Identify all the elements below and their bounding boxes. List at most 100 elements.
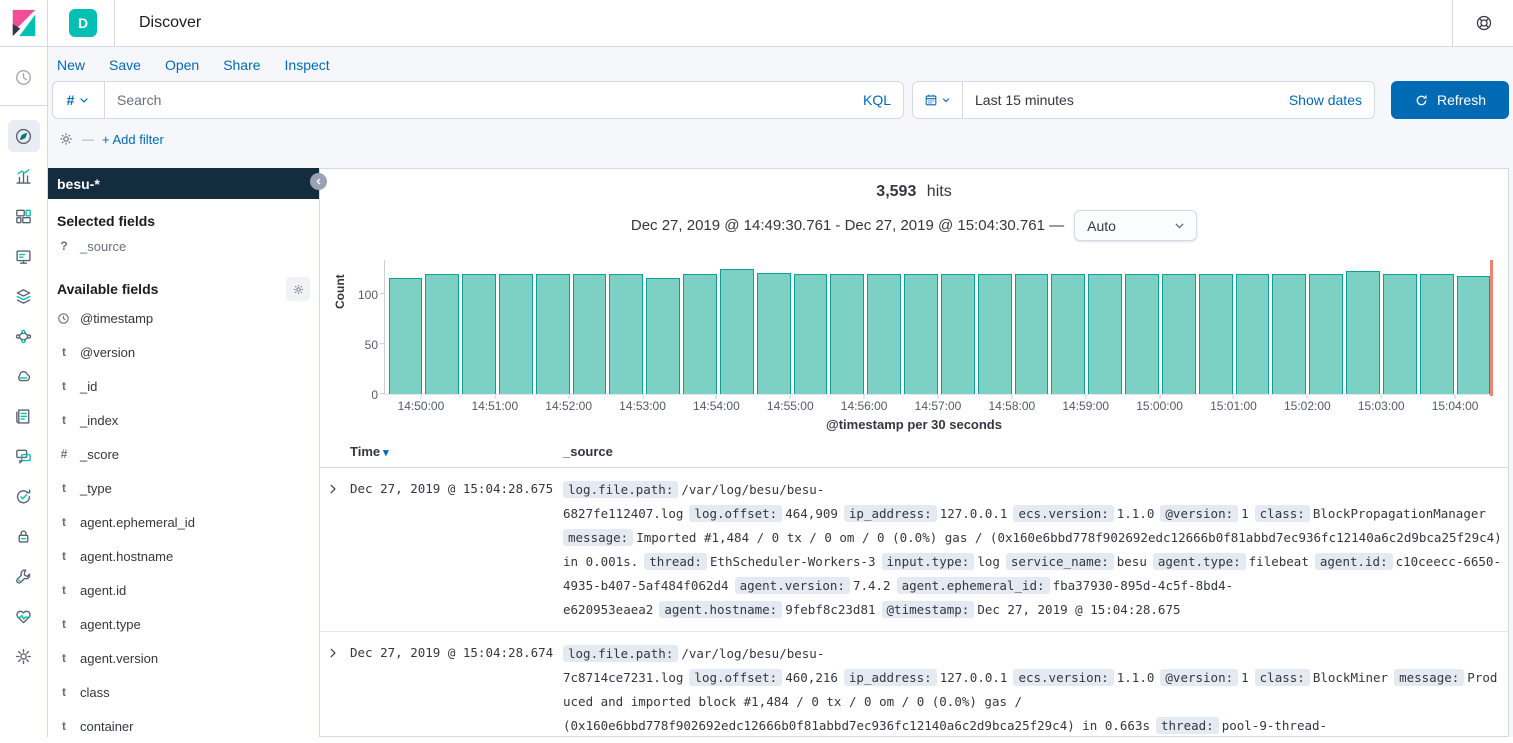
histogram-bar[interactable] <box>757 273 791 394</box>
histogram-bar[interactable] <box>1088 274 1122 394</box>
field-_id[interactable]: t_id <box>48 369 319 403</box>
add-filter-button[interactable]: + Add filter <box>102 132 164 147</box>
topbar-divider <box>114 0 115 46</box>
histogram-bar[interactable] <box>499 274 533 394</box>
nav-item-maps[interactable] <box>8 280 40 312</box>
histogram-bar[interactable] <box>830 274 864 394</box>
expand-row-button[interactable] <box>320 642 350 737</box>
field-@version[interactable]: t@version <box>48 335 319 369</box>
y-axis: 050100 <box>348 260 378 395</box>
field-settings-gear-icon[interactable] <box>286 277 310 301</box>
nav-item-logs[interactable] <box>8 400 40 432</box>
field-class[interactable]: tclass <box>48 675 319 709</box>
histogram-bar[interactable] <box>462 274 496 394</box>
nav-item-machine-learning[interactable] <box>8 320 40 352</box>
field-type-icon: t <box>57 515 71 529</box>
field-key-pill: @version: <box>1160 505 1238 522</box>
histogram-bar[interactable] <box>1236 274 1270 394</box>
field-agent.hostname[interactable]: t agent.hostname <box>48 539 319 573</box>
nav-item-recently-viewed[interactable] <box>8 61 40 93</box>
field-agent.type[interactable]: tagent.type <box>48 607 319 641</box>
field-type-icon: t <box>57 549 71 563</box>
field-agent.version[interactable]: tagent.version <box>48 641 319 675</box>
histogram-bar[interactable] <box>720 269 754 394</box>
histogram-bar[interactable] <box>1420 274 1454 394</box>
menu-open[interactable]: Open <box>165 57 199 73</box>
histogram-bar[interactable] <box>425 274 459 394</box>
nav-item-discover[interactable] <box>8 120 40 152</box>
nav-item-canvas[interactable] <box>8 240 40 272</box>
help-icon[interactable] <box>1475 14 1493 32</box>
time-range-value[interactable]: Last 15 minutes <box>963 92 1289 108</box>
saved-query-button[interactable]: # <box>52 81 104 119</box>
histogram-bar[interactable] <box>794 274 828 394</box>
histogram-bar[interactable] <box>941 274 975 394</box>
x-tick-mark <box>716 395 717 399</box>
nav-item-stack-monitoring[interactable] <box>8 600 40 632</box>
nav-item-siem[interactable] <box>8 520 40 552</box>
kibana-logo[interactable] <box>0 0 48 46</box>
expand-row-button[interactable] <box>320 478 350 622</box>
nav-item-dev-tools[interactable] <box>8 560 40 592</box>
histogram-bar[interactable] <box>1272 274 1306 394</box>
field-name: _type <box>80 481 112 496</box>
field-_type[interactable]: t_type <box>48 471 319 505</box>
histogram-bar[interactable] <box>573 274 607 394</box>
histogram-bar[interactable] <box>1346 271 1380 394</box>
nav-item-management[interactable] <box>8 640 40 672</box>
histogram-bar[interactable] <box>609 274 643 394</box>
histogram-bar[interactable] <box>389 278 423 394</box>
field-@timestamp[interactable]: @timestamp <box>48 301 319 335</box>
histogram-bar[interactable] <box>1162 274 1196 394</box>
field-_score[interactable]: #_score <box>48 437 319 471</box>
nav-item-dashboard[interactable] <box>8 200 40 232</box>
interval-select[interactable]: Auto <box>1074 210 1197 241</box>
histogram-bar[interactable] <box>646 278 680 394</box>
histogram-bar[interactable] <box>536 274 570 394</box>
histogram-bar[interactable] <box>1457 276 1491 394</box>
field-_index[interactable]: t_index <box>48 403 319 437</box>
field-type-icon: t <box>57 583 71 597</box>
x-tick-mark <box>1085 395 1086 399</box>
filter-options-gear-icon[interactable] <box>58 131 74 147</box>
nav-item-visualize[interactable] <box>8 160 40 192</box>
histogram-bar[interactable] <box>1309 274 1343 394</box>
field-agent.id[interactable]: tagent.id <box>48 573 319 607</box>
x-tick-mark <box>568 395 569 399</box>
menu-share[interactable]: Share <box>223 57 260 73</box>
calendar-button[interactable] <box>913 82 963 118</box>
field-name: agent.hostname <box>80 549 173 564</box>
refresh-button[interactable]: Refresh <box>1391 81 1509 119</box>
nav-item-apm[interactable] <box>8 440 40 472</box>
nav-item-infrastructure[interactable] <box>8 360 40 392</box>
histogram-bar[interactable] <box>1199 274 1233 394</box>
histogram-bar[interactable] <box>867 274 901 394</box>
histogram-bar[interactable] <box>1015 274 1049 394</box>
search-input[interactable] <box>117 92 863 108</box>
field-container[interactable]: tcontainer <box>48 709 319 743</box>
field-value: 460,216 <box>785 670 838 685</box>
field-name: agent.version <box>80 651 158 666</box>
x-tick-label: 15:01:00 <box>1210 399 1257 413</box>
index-pattern-selector[interactable]: besu-* <box>48 168 319 199</box>
kql-button[interactable]: KQL <box>863 92 891 108</box>
histogram-bar[interactable] <box>1051 274 1085 394</box>
menu-new[interactable]: New <box>57 57 85 73</box>
histogram-bar[interactable] <box>1383 274 1417 394</box>
histogram-bars[interactable] <box>384 260 1492 395</box>
collapse-sidebar-button[interactable] <box>310 173 327 190</box>
selected-fields-heading: Selected fields <box>57 213 310 229</box>
time-column-header[interactable]: Time▾ <box>350 444 563 459</box>
histogram-bar[interactable] <box>1125 274 1159 394</box>
x-tick-label: 14:51:00 <box>471 399 518 413</box>
histogram-bar[interactable] <box>683 274 717 394</box>
field-_source[interactable]: ?_source <box>48 229 319 263</box>
show-dates-link[interactable]: Show dates <box>1289 92 1374 108</box>
field-agent.ephemeral_id[interactable]: tagent.ephemeral_id <box>48 505 319 539</box>
menu-save[interactable]: Save <box>109 57 141 73</box>
menu-inspect[interactable]: Inspect <box>285 57 330 73</box>
histogram-bar[interactable] <box>904 274 938 394</box>
nav-item-uptime[interactable] <box>8 480 40 512</box>
histogram-bar[interactable] <box>978 274 1012 394</box>
row-timestamp: Dec 27, 2019 @ 15:04:28.674 <box>350 642 563 737</box>
